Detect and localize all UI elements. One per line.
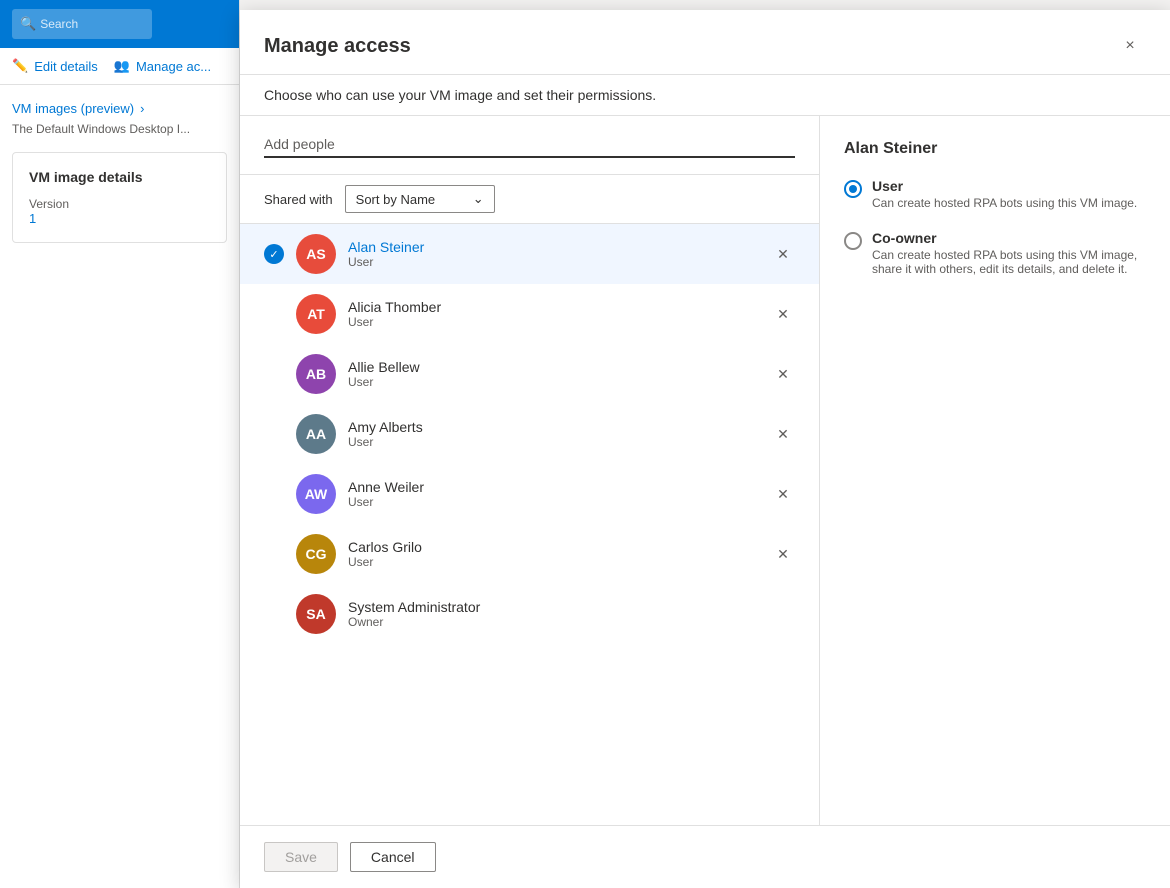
user-radio[interactable] (844, 180, 862, 198)
list-item[interactable]: AA Amy Alberts User ✕ (240, 404, 819, 464)
avatar: CG (296, 534, 336, 574)
remove-button[interactable]: ✕ (771, 542, 795, 566)
person-name: Allie Bellew (348, 359, 759, 375)
remove-button[interactable]: ✕ (771, 302, 795, 326)
person-name: Carlos Grilo (348, 539, 759, 555)
add-people-section (240, 116, 819, 175)
person-info: Alan Steiner User (348, 239, 759, 269)
avatar: AA (296, 414, 336, 454)
version-label: Version (29, 197, 210, 211)
add-people-input[interactable] (264, 132, 795, 158)
user-permission-info: User Can create hosted RPA bots using th… (872, 178, 1137, 210)
person-role: Owner (348, 615, 795, 629)
close-button[interactable]: × (1114, 30, 1146, 62)
person-role: User (348, 495, 759, 509)
list-item[interactable]: CG Carlos Grilo User ✕ (240, 524, 819, 584)
edit-icon: ✏️ (12, 58, 28, 74)
remove-button[interactable]: ✕ (771, 482, 795, 506)
dialog-description: Choose who can use your VM image and set… (240, 75, 1170, 116)
avatar: AW (296, 474, 336, 514)
search-box[interactable]: 🔍 Search (12, 9, 152, 39)
list-item[interactable]: AB Allie Bellew User ✕ (240, 344, 819, 404)
coowner-permission-desc: Can create hosted RPA bots using this VM… (872, 248, 1146, 276)
person-info: Allie Bellew User (348, 359, 759, 389)
page-content: VM images (preview) › The Default Window… (0, 85, 239, 259)
sort-dropdown[interactable]: Sort by Name ⌄ (345, 185, 495, 213)
search-icon: 🔍 (20, 16, 36, 32)
list-item[interactable]: AW Anne Weiler User ✕ (240, 464, 819, 524)
person-name: Alicia Thomber (348, 299, 759, 315)
save-button[interactable]: Save (264, 842, 338, 872)
check-area: ✓ (264, 244, 284, 264)
manage-access-button[interactable]: 👥 Manage ac... (114, 58, 211, 74)
avatar: SA (296, 594, 336, 634)
person-name: Alan Steiner (348, 239, 759, 255)
radio-dot (849, 185, 857, 193)
background-page: 🔍 Search ✏️ Edit details 👥 Manage ac... … (0, 0, 240, 888)
chevron-down-icon: ⌄ (473, 191, 484, 207)
remove-button[interactable]: ✕ (771, 362, 795, 386)
dialog-header: Manage access × (240, 10, 1170, 75)
list-item[interactable]: SA System Administrator Owner (240, 584, 819, 644)
user-permission-label: User (872, 178, 1137, 194)
avatar: AB (296, 354, 336, 394)
people-list: ✓ AS Alan Steiner User ✕ AT Alicia Thomb… (240, 224, 819, 825)
coowner-permission-option[interactable]: Co-owner Can create hosted RPA bots usin… (844, 230, 1146, 276)
person-info: System Administrator Owner (348, 599, 795, 629)
dialog-body: Shared with Sort by Name ⌄ ✓ AS Alan Ste… (240, 116, 1170, 825)
coowner-permission-info: Co-owner Can create hosted RPA bots usin… (872, 230, 1146, 276)
selected-check-icon: ✓ (264, 244, 284, 264)
people-panel: Shared with Sort by Name ⌄ ✓ AS Alan Ste… (240, 116, 820, 825)
person-role: User (348, 315, 759, 329)
user-permission-option[interactable]: User Can create hosted RPA bots using th… (844, 178, 1146, 210)
shared-with-row: Shared with Sort by Name ⌄ (240, 175, 819, 224)
person-name: Amy Alberts (348, 419, 759, 435)
avatar: AT (296, 294, 336, 334)
person-info: Amy Alberts User (348, 419, 759, 449)
breadcrumb: VM images (preview) › (12, 101, 227, 116)
list-item[interactable]: AT Alicia Thomber User ✕ (240, 284, 819, 344)
manage-access-dialog: Manage access × Choose who can use your … (240, 10, 1170, 888)
person-name: Anne Weiler (348, 479, 759, 495)
person-info: Anne Weiler User (348, 479, 759, 509)
details-card: VM image details Version 1 (12, 152, 227, 243)
permissions-panel: Alan Steiner User Can create hosted RPA … (820, 116, 1170, 825)
version-value: 1 (29, 211, 210, 226)
remove-button[interactable]: ✕ (771, 242, 795, 266)
user-permission-desc: Can create hosted RPA bots using this VM… (872, 196, 1137, 210)
person-role: User (348, 555, 759, 569)
page-subtitle: The Default Windows Desktop I... (12, 122, 227, 136)
person-role: User (348, 375, 759, 389)
cancel-button[interactable]: Cancel (350, 842, 436, 872)
edit-details-button[interactable]: ✏️ Edit details (12, 58, 98, 74)
dialog-title: Manage access (264, 35, 411, 58)
page-header: 🔍 Search (0, 0, 239, 48)
card-title: VM image details (29, 169, 210, 185)
person-info: Alicia Thomber User (348, 299, 759, 329)
selected-user-name: Alan Steiner (844, 140, 1146, 158)
shared-with-label: Shared with (264, 192, 333, 207)
coowner-permission-label: Co-owner (872, 230, 1146, 246)
list-item[interactable]: ✓ AS Alan Steiner User ✕ (240, 224, 819, 284)
coowner-radio[interactable] (844, 232, 862, 250)
toolbar: ✏️ Edit details 👥 Manage ac... (0, 48, 239, 85)
person-role: User (348, 435, 759, 449)
avatar: AS (296, 234, 336, 274)
remove-button[interactable]: ✕ (771, 422, 795, 446)
person-info: Carlos Grilo User (348, 539, 759, 569)
person-role: User (348, 255, 759, 269)
manage-icon: 👥 (114, 58, 130, 74)
dialog-footer: Save Cancel (240, 825, 1170, 888)
person-name: System Administrator (348, 599, 795, 615)
